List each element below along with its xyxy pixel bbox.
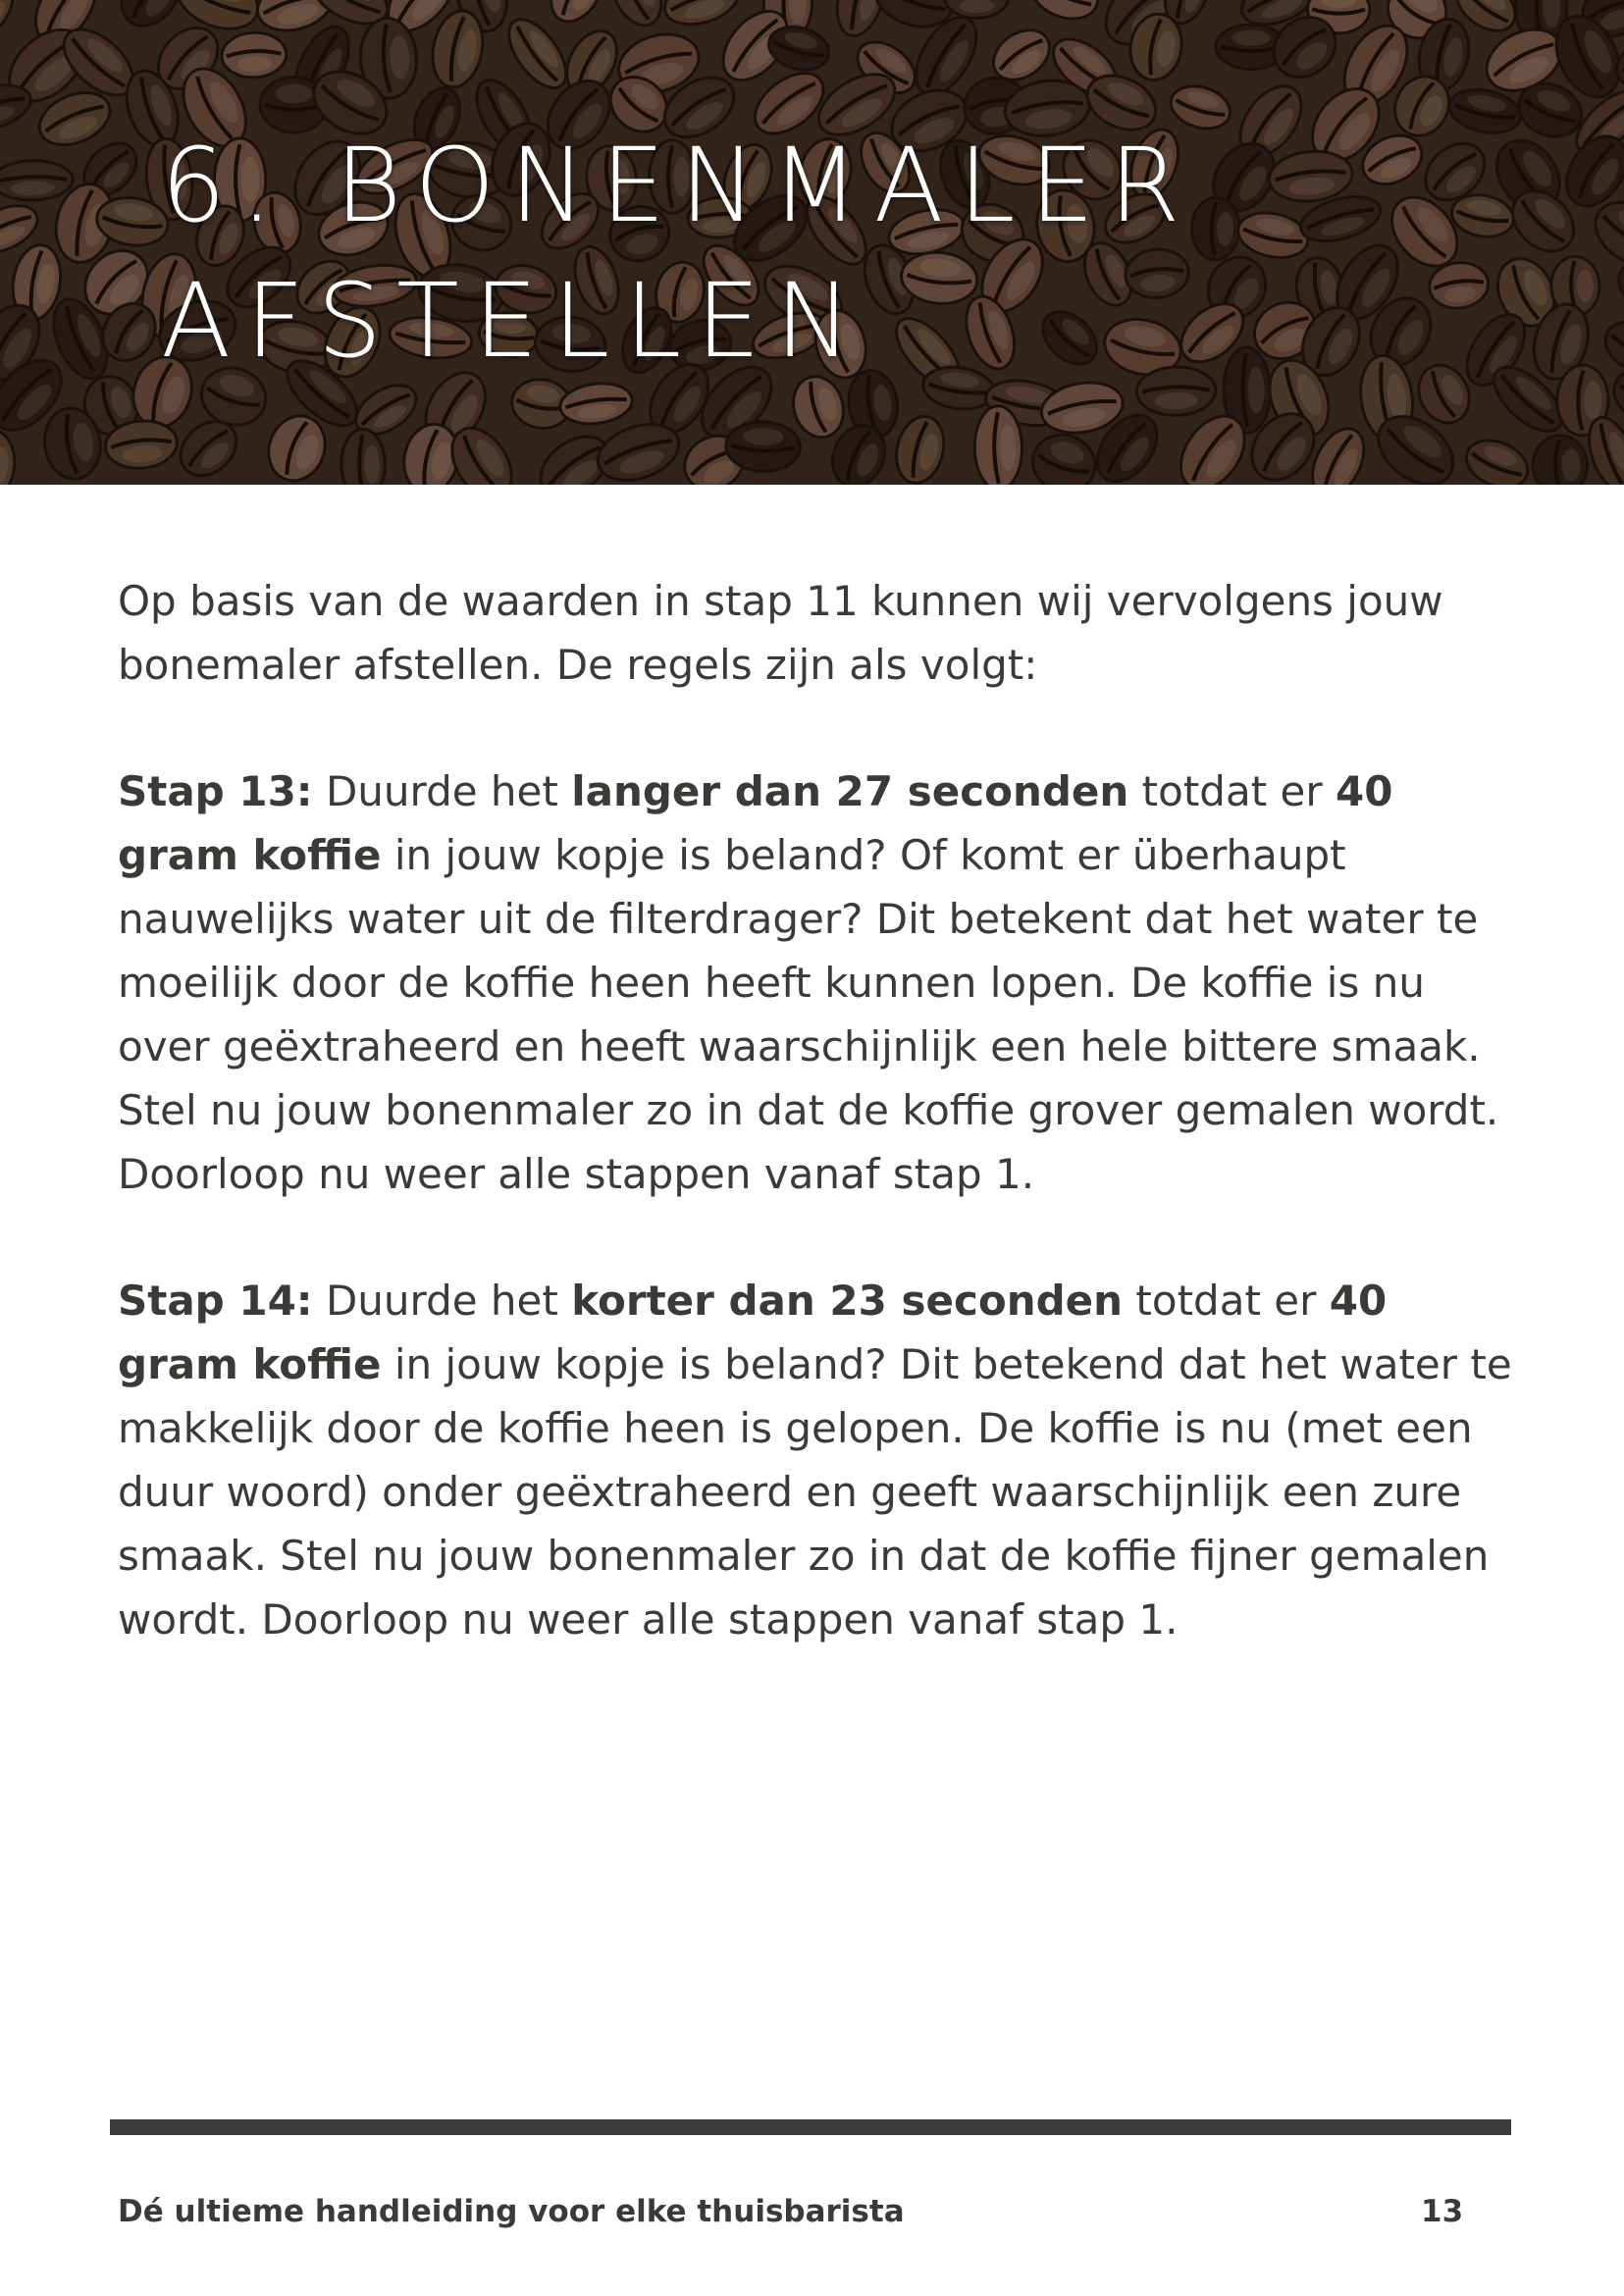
- page-number: 13: [1421, 2194, 1464, 2229]
- intro-paragraph: Op basis van de waarden in stap 11 kunne…: [118, 577, 1443, 689]
- step-13-paragraph: Stap 13: Duurde het langer dan 27 second…: [118, 759, 1521, 1206]
- footer-title: Dé ultieme handleiding voor elke thuisba…: [118, 2194, 905, 2229]
- step-14-label: Stap 14:: [118, 1277, 313, 1325]
- main-content: Op basis van de waarden in stap 11 kunne…: [118, 569, 1521, 1714]
- step-13-bold-1: langer dan 27 seconden: [571, 767, 1129, 815]
- step-14-text-1: Duurde het: [312, 1277, 572, 1325]
- step-13-label: Stap 13:: [118, 767, 313, 815]
- header-banner: 6. BONENMALER AFSTELLEN: [0, 0, 1624, 485]
- page-title-line-2: AFSTELLEN: [161, 261, 866, 381]
- footer-divider: [110, 2119, 1511, 2135]
- step-14-paragraph: Stap 14: Duurde het korter dan 23 second…: [118, 1269, 1521, 1651]
- page-title-line-1: 6. BONENMALER: [161, 126, 1195, 245]
- step-13-text-3: in jouw kopje is beland? Of komt er über…: [118, 831, 1499, 1198]
- step-14-text-2: totdat er: [1123, 1277, 1330, 1325]
- step-13-text-2: totdat er: [1128, 767, 1336, 815]
- step-13-text-1: Duurde het: [312, 767, 572, 815]
- step-14-bold-1: korter dan 23 seconden: [571, 1277, 1124, 1325]
- page-title: 6. BONENMALER AFSTELLEN: [161, 118, 1195, 389]
